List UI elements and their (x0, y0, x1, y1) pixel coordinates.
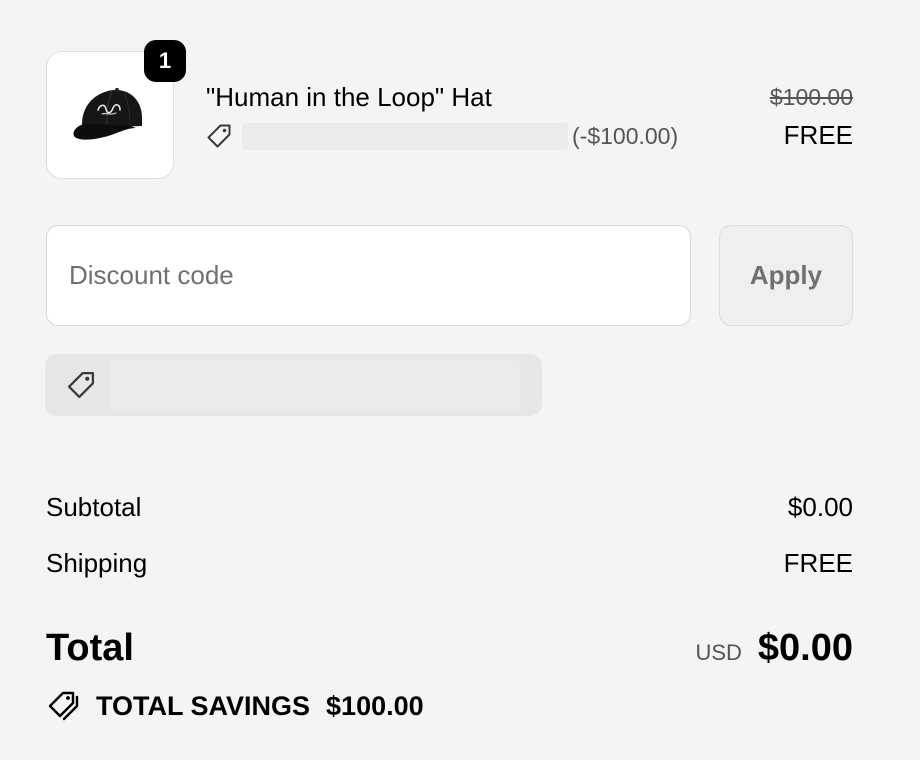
subtotal-label: Subtotal (46, 492, 142, 522)
final-price: FREE (783, 120, 853, 150)
product-name: "Human in the Loop" Hat (206, 82, 492, 112)
total-amount: USD $0.00 (695, 624, 853, 677)
total-value: $0.00 (757, 627, 853, 669)
redacted-applied-code (110, 359, 520, 411)
quantity-badge: 1 (144, 40, 186, 82)
cart-line-item: 1 "Human in the Loop" Hat (-$100.00) $10… (46, 40, 853, 181)
price-tags-icon (48, 691, 79, 721)
shipping-label: Shipping (46, 548, 148, 578)
total-savings: TOTAL SAVINGS $100.00 (46, 688, 424, 724)
apply-button[interactable]: Apply (719, 225, 853, 326)
original-price: $100.00 (769, 84, 853, 110)
discount-code-input[interactable] (46, 225, 691, 326)
shipping-value: FREE (783, 548, 853, 578)
total-row: Total USD $0.00 (46, 624, 853, 677)
price-tag-icon (207, 124, 231, 148)
redacted-discount-code (242, 122, 568, 150)
applied-discount-chip (45, 354, 542, 416)
savings-label: TOTAL SAVINGS (96, 690, 311, 721)
item-discount-row: (-$100.00) (204, 121, 678, 151)
shipping-row: Shipping FREE (46, 548, 853, 578)
savings-value: $100.00 (326, 690, 424, 721)
cap-icon (73, 88, 142, 140)
item-discount-amount: (-$100.00) (572, 122, 679, 149)
subtotal-value: $0.00 (787, 492, 853, 522)
price-tag-icon (67, 371, 95, 399)
price-column: $100.00 FREE (770, 82, 853, 150)
total-label: Total (46, 627, 134, 669)
currency-code: USD (695, 640, 742, 665)
subtotal-row: Subtotal $0.00 (46, 492, 853, 522)
